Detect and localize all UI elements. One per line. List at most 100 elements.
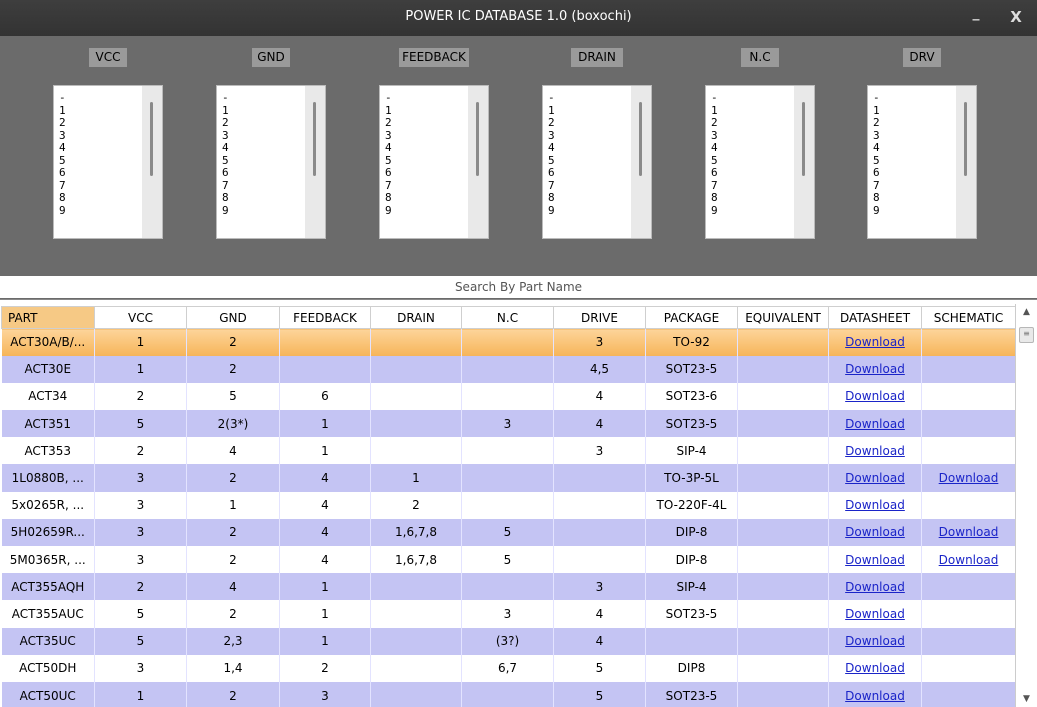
vcc-listbox[interactable]: -123456789 xyxy=(53,85,163,239)
table-cell xyxy=(921,573,1016,601)
table-cell: SOT23-5 xyxy=(645,410,738,438)
table-cell: 1 xyxy=(94,681,187,707)
column-header-drain[interactable]: DRAIN xyxy=(370,306,462,329)
datasheet-download-link[interactable]: Download xyxy=(845,634,905,648)
table-row[interactable]: ACT351 5 2(3*) 1 3 4 SOT23-5 Download xyxy=(1,410,1016,438)
table-cell: 3 xyxy=(94,491,187,519)
table-cell xyxy=(737,681,829,707)
column-header-datasheet[interactable]: DATASHEET xyxy=(828,306,922,329)
column-header-nc[interactable]: N.C xyxy=(461,306,554,329)
table-row[interactable]: ACT30E 1 2 4,5 SOT23-5 Download xyxy=(1,355,1016,383)
table-cell: DIP8 xyxy=(645,654,738,682)
datasheet-download-link[interactable]: Download xyxy=(845,525,905,539)
table-cell: 5 xyxy=(94,600,187,628)
table-row[interactable]: 5H02659R... 3 2 4 1,6,7,8 5 DIP-8 Download Downl… xyxy=(1,518,1016,546)
table-cell xyxy=(553,491,646,519)
datasheet-download-link[interactable]: Download xyxy=(845,417,905,431)
listbox-scroll-thumb[interactable] xyxy=(313,102,316,176)
column-header-package[interactable]: PACKAGE xyxy=(645,306,738,329)
table-cell: SOT23-6 xyxy=(645,382,738,411)
listbox-scroll-thumb[interactable] xyxy=(964,102,967,176)
filter-vcc: VCC -123456789 xyxy=(53,48,163,239)
schematic-download-link[interactable]: Download xyxy=(939,471,999,485)
datasheet-download-link[interactable]: Download xyxy=(845,689,905,703)
scroll-down-icon[interactable]: ▼ xyxy=(1016,691,1037,707)
feedback-listbox[interactable]: -123456789 xyxy=(379,85,489,239)
listbox-scroll-thumb[interactable] xyxy=(639,102,642,176)
schematic-download-link[interactable]: Download xyxy=(939,553,999,567)
column-header-vcc[interactable]: VCC xyxy=(94,306,187,329)
datasheet-download-link[interactable]: Download xyxy=(845,498,905,512)
table-cell xyxy=(737,518,829,546)
datasheet-download-link[interactable]: Download xyxy=(845,661,905,675)
table-cell xyxy=(737,600,829,628)
datasheet-download-link[interactable]: Download xyxy=(845,389,905,403)
filter-label: GND xyxy=(252,48,290,67)
table-row[interactable]: ACT30A/B/... 1 2 3 TO-92 Download xyxy=(1,328,1016,356)
table-cell xyxy=(461,437,554,465)
table-cell: TO-3P-5L xyxy=(645,464,738,492)
gnd-listbox[interactable]: -123456789 xyxy=(216,85,326,239)
table-row[interactable]: ACT50DH 3 1,4 2 6,7 5 DIP8 Download xyxy=(1,654,1016,682)
title-bar: POWER IC DATABASE 1.0 (boxochi) _ X xyxy=(0,0,1037,36)
listbox-scroll-thumb[interactable] xyxy=(802,102,805,176)
table-row[interactable]: 1L0880B, ... 3 2 4 1 TO-3P-5L Download Download xyxy=(1,464,1016,492)
table-cell: Download xyxy=(921,518,1016,546)
filter-drv: DRV -123456789 xyxy=(867,48,977,239)
table-row[interactable]: ACT34 2 5 6 4 SOT23-6 Download xyxy=(1,382,1016,411)
column-header-feedback[interactable]: FEEDBACK xyxy=(279,306,371,329)
table-row[interactable]: 5x0265R, ... 3 1 4 2 TO-220F-4L Download xyxy=(1,491,1016,519)
table-cell: 5 xyxy=(94,410,187,438)
drain-listbox[interactable]: -123456789 xyxy=(542,85,652,239)
datasheet-download-link[interactable]: Download xyxy=(845,335,905,349)
datasheet-download-link[interactable]: Download xyxy=(845,444,905,458)
column-header-drive[interactable]: DRIVE xyxy=(553,306,646,329)
column-header-gnd[interactable]: GND xyxy=(186,306,280,329)
table-row[interactable]: ACT355AQH 2 4 1 3 SIP-4 Download xyxy=(1,573,1016,601)
table-cell: 5 xyxy=(461,546,554,574)
table-row[interactable]: ACT50UC 1 2 3 5 SOT23-5 Download xyxy=(1,681,1016,707)
table-cell: 4 xyxy=(279,518,371,546)
scroll-thumb[interactable]: ≡ xyxy=(1019,327,1034,343)
table-cell: 4 xyxy=(279,464,371,492)
table-cell: Download xyxy=(828,355,922,383)
filter-panel: VCC -123456789 GND -123456789 FEEDBACK -… xyxy=(0,36,1037,276)
table-cell: 1L0880B, ... xyxy=(1,464,95,492)
datasheet-download-link[interactable]: Download xyxy=(845,607,905,621)
drv-listbox[interactable]: -123456789 xyxy=(867,85,977,239)
table-row[interactable]: ACT35UC 5 2,3 1 (3?) 4 Download xyxy=(1,627,1016,655)
schematic-download-link[interactable]: Download xyxy=(939,525,999,539)
close-button[interactable]: X xyxy=(1004,8,1028,32)
datasheet-download-link[interactable]: Download xyxy=(845,362,905,376)
listbox-scroll-thumb[interactable] xyxy=(150,102,153,176)
table-cell: 2 xyxy=(186,546,280,574)
minimize-button[interactable]: _ xyxy=(964,5,988,29)
table-cell xyxy=(921,382,1016,411)
column-header-equivalent[interactable]: EQUIVALENT xyxy=(737,306,829,329)
datasheet-download-link[interactable]: Download xyxy=(845,580,905,594)
table-cell: 4 xyxy=(553,382,646,411)
datasheet-download-link[interactable]: Download xyxy=(845,471,905,485)
table-cell: 3 xyxy=(461,410,554,438)
table-cell xyxy=(370,627,462,655)
nc-listbox[interactable]: -123456789 xyxy=(705,85,815,239)
datasheet-download-link[interactable]: Download xyxy=(845,553,905,567)
table-row[interactable]: 5M0365R, ... 3 2 4 1,6,7,8 5 DIP-8 Download Down… xyxy=(1,546,1016,574)
listbox-scroll-thumb[interactable] xyxy=(476,102,479,176)
search-by-part-name-label[interactable]: Search By Part Name xyxy=(0,276,1037,298)
table-cell: Download xyxy=(828,464,922,492)
table-cell: 1,4 xyxy=(186,654,280,682)
table-cell: 2 xyxy=(94,573,187,601)
scroll-up-icon[interactable]: ▲ xyxy=(1016,304,1037,320)
table-cell: 3 xyxy=(553,573,646,601)
table-row[interactable]: ACT355AUC 5 2 1 3 4 SOT23-5 Download xyxy=(1,600,1016,628)
table-scrollbar[interactable]: ▲ ≡ ▼ xyxy=(1015,304,1036,707)
table-cell: 5 xyxy=(94,627,187,655)
column-header-part[interactable]: PART xyxy=(1,306,95,329)
table-row[interactable]: ACT353 2 4 1 3 SIP-4 Download xyxy=(1,437,1016,465)
table-cell xyxy=(461,382,554,411)
table-cell: 1,6,7,8 xyxy=(370,518,462,546)
table-cell: 5 xyxy=(553,681,646,707)
column-header-schematic[interactable]: SCHEMATIC xyxy=(921,306,1016,329)
table-cell: Download xyxy=(828,410,922,438)
